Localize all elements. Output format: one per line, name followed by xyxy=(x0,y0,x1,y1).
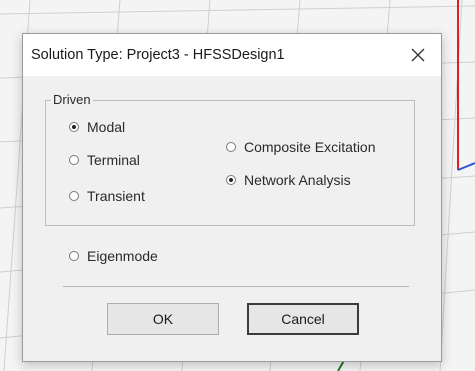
radio-terminal[interactable]: Terminal xyxy=(69,152,140,168)
radio-checked-icon xyxy=(226,175,236,185)
solution-type-dialog: Solution Type: Project3 - HFSSDesign1 Dr… xyxy=(22,33,442,362)
radio-modal-label: Modal xyxy=(87,119,126,135)
dialog-titlebar[interactable]: Solution Type: Project3 - HFSSDesign1 xyxy=(23,34,441,76)
radio-unchecked-icon xyxy=(226,142,236,152)
radio-network-label: Network Analysis xyxy=(244,172,351,188)
radio-network-analysis[interactable]: Network Analysis xyxy=(226,172,351,188)
radio-unchecked-icon xyxy=(69,155,79,165)
radio-unchecked-icon xyxy=(69,251,79,261)
radio-checked-icon xyxy=(69,122,79,132)
radio-eigenmode-label: Eigenmode xyxy=(87,248,158,264)
close-button[interactable] xyxy=(395,34,441,76)
radio-transient[interactable]: Transient xyxy=(69,188,145,204)
radio-composite-label: Composite Excitation xyxy=(244,139,376,155)
radio-unchecked-icon xyxy=(69,191,79,201)
dialog-title: Solution Type: Project3 - HFSSDesign1 xyxy=(31,47,285,63)
modeler-viewport: Solution Type: Project3 - HFSSDesign1 Dr… xyxy=(0,0,475,371)
driven-group-label: Driven xyxy=(51,92,93,107)
radio-composite-excitation[interactable]: Composite Excitation xyxy=(226,139,376,155)
radio-terminal-label: Terminal xyxy=(87,152,140,168)
cancel-button[interactable]: Cancel xyxy=(247,303,359,335)
close-icon xyxy=(411,48,425,62)
radio-eigenmode[interactable]: Eigenmode xyxy=(69,248,158,264)
dialog-separator xyxy=(63,286,409,287)
ok-button[interactable]: OK xyxy=(107,303,219,335)
axis-blue-line xyxy=(457,162,475,171)
radio-transient-label: Transient xyxy=(87,188,145,204)
radio-modal[interactable]: Modal xyxy=(69,119,125,135)
